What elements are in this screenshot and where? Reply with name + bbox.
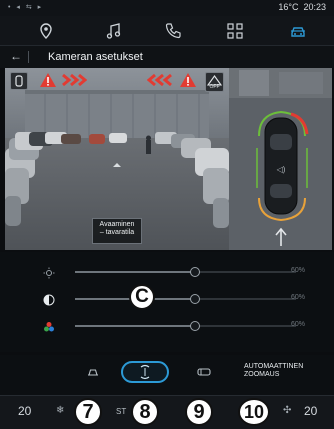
off-label: OFF bbox=[209, 84, 220, 90]
outside-temperature: 16°C bbox=[278, 2, 299, 12]
brightness-slider-knob[interactable] bbox=[190, 267, 200, 277]
apps-grid-icon[interactable] bbox=[225, 21, 245, 41]
status-left-icons: • ◂ ⇆ ▸ bbox=[8, 4, 44, 11]
callout-10: 10 bbox=[238, 398, 270, 426]
phone-icon[interactable] bbox=[163, 21, 183, 41]
camera-mode-bar: AUTOMAATTINEN ZOOMAUS bbox=[0, 355, 334, 395]
brightness-value: 60% bbox=[291, 267, 306, 274]
brightness-row: 60% bbox=[0, 262, 334, 282]
color-slider[interactable] bbox=[75, 325, 195, 327]
rear-view-mode-button[interactable] bbox=[86, 365, 100, 384]
top-down-image: ◁) bbox=[229, 68, 332, 250]
warning-right-icon bbox=[179, 72, 197, 93]
stop-label: ST bbox=[116, 407, 127, 416]
trunk-opening-caption: Avaaminen – tavaratila bbox=[92, 218, 142, 244]
svg-text:◁): ◁) bbox=[277, 165, 286, 174]
contrast-value: 60% bbox=[291, 294, 306, 301]
color-value: 60% bbox=[291, 321, 306, 328]
top-nav bbox=[0, 16, 334, 46]
contrast-slider-knob[interactable] bbox=[190, 294, 200, 304]
callout-9: 9 bbox=[185, 398, 213, 426]
top-view-mode-button[interactable] bbox=[121, 361, 169, 383]
warning-left-icon bbox=[39, 72, 57, 93]
right-fan-icon[interactable]: ✣ bbox=[283, 405, 291, 416]
map-pin-icon[interactable] bbox=[36, 21, 56, 41]
camera-adjustments: 60% 60% 60% C bbox=[0, 252, 334, 352]
side-view-mode-button[interactable] bbox=[196, 365, 212, 384]
callout-8: 8 bbox=[131, 398, 159, 426]
color-slider-knob[interactable] bbox=[190, 321, 200, 331]
chevrons-left-icon bbox=[146, 73, 173, 92]
climate-bar: 20 ❄ ST ✣ 20 bbox=[0, 395, 334, 429]
car-icon[interactable] bbox=[288, 21, 308, 41]
left-temperature[interactable]: 20 bbox=[18, 404, 31, 418]
left-fan-icon[interactable]: ❄ bbox=[56, 405, 64, 416]
header-divider bbox=[28, 51, 29, 63]
contrast-icon bbox=[43, 293, 55, 306]
callout-7: 7 bbox=[74, 398, 102, 426]
music-note-icon[interactable] bbox=[103, 21, 123, 41]
page-header: ← Kameran asetukset bbox=[0, 46, 334, 68]
auto-zoom-button[interactable]: AUTOMAATTINEN ZOOMAUS bbox=[244, 363, 303, 379]
chevrons-right-icon bbox=[61, 73, 88, 92]
top-down-view: ◁) bbox=[229, 68, 332, 250]
clock: 20:23 bbox=[303, 2, 326, 12]
contrast-row: 60% bbox=[0, 289, 334, 309]
status-bar: • ◂ ⇆ ▸ 16°C 20:23 bbox=[0, 0, 334, 16]
callout-c: C bbox=[129, 284, 155, 310]
color-dots-icon bbox=[43, 320, 55, 332]
right-temperature[interactable]: 20 bbox=[304, 404, 317, 418]
camera-mode-icon[interactable] bbox=[10, 72, 28, 90]
back-button[interactable]: ← bbox=[10, 49, 22, 63]
page-title: Kameran asetukset bbox=[48, 51, 143, 63]
warning-off-button[interactable]: OFF bbox=[205, 72, 224, 92]
brightness-slider[interactable] bbox=[75, 271, 195, 273]
color-row: 60% bbox=[0, 316, 334, 336]
sun-icon bbox=[43, 266, 55, 279]
